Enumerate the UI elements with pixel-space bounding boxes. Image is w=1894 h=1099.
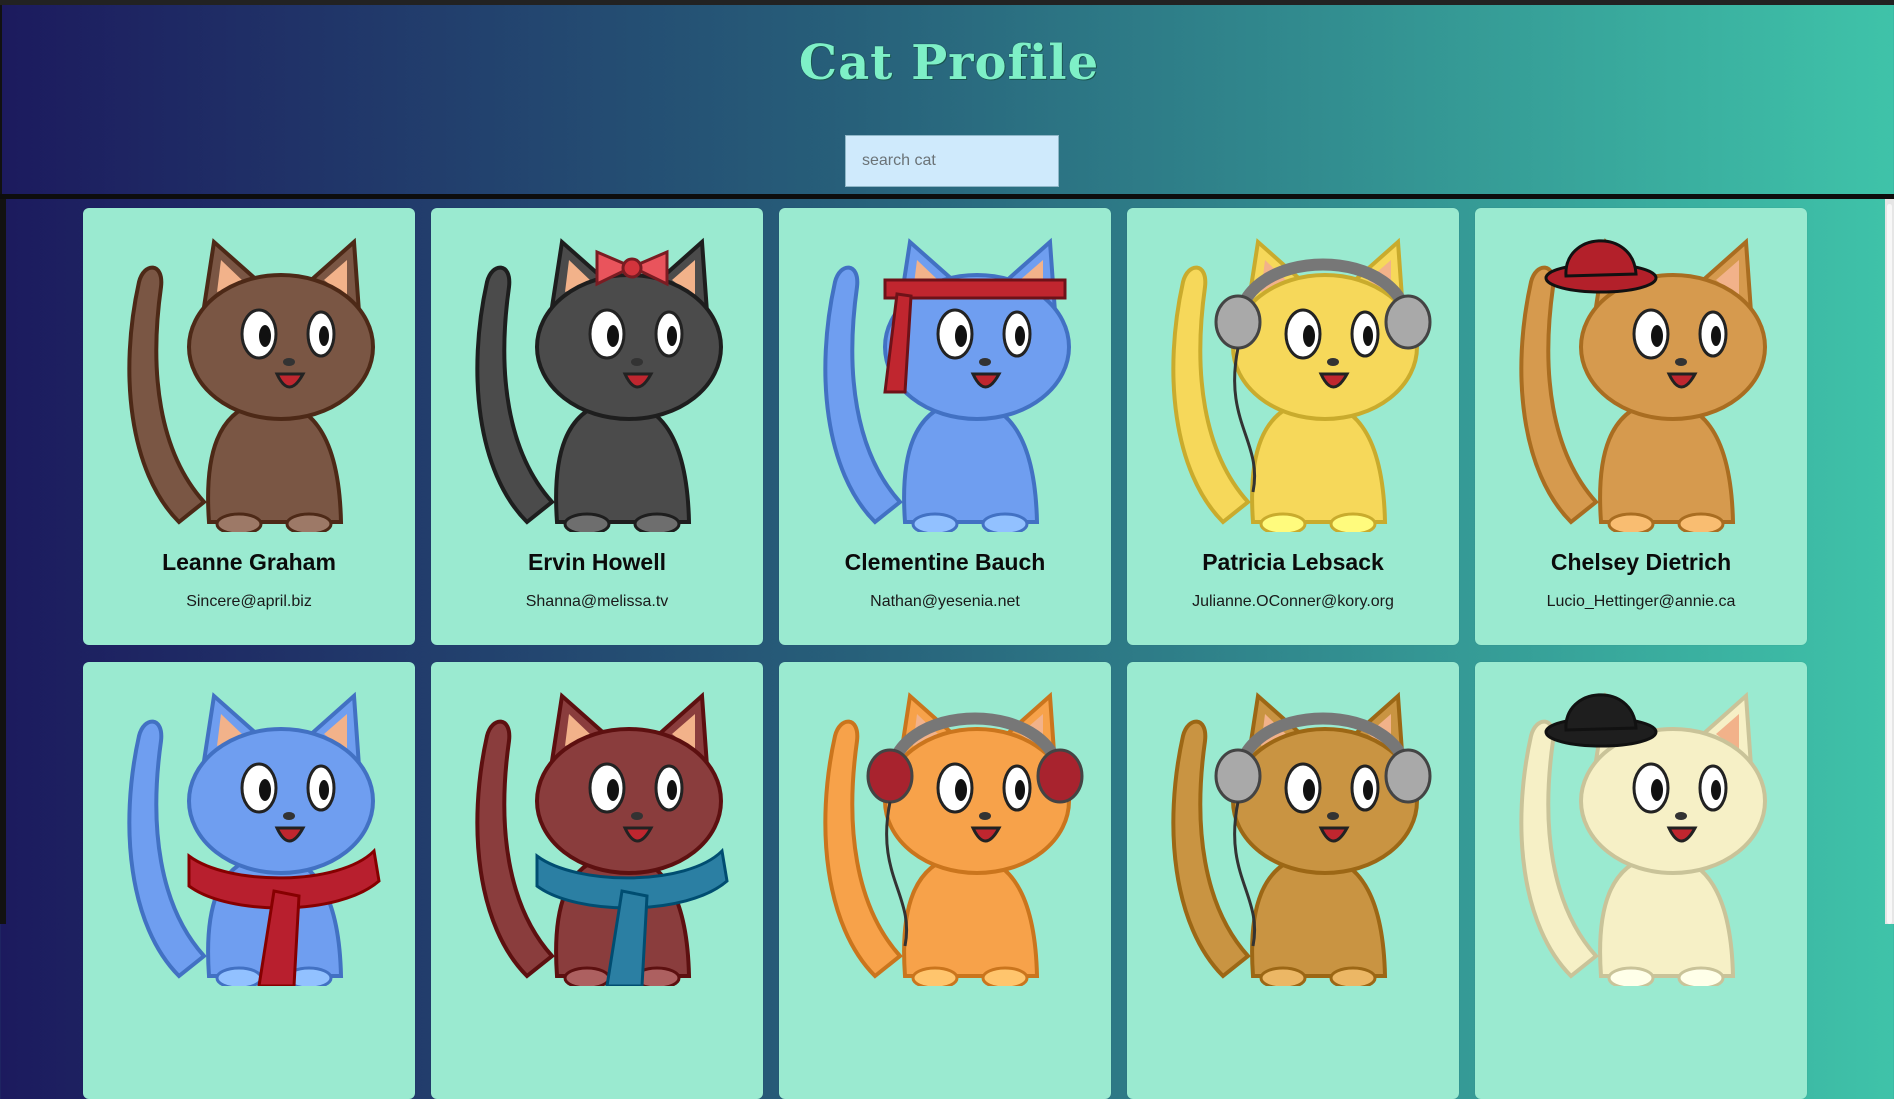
cat-email: Lucio_Hettinger@annie.ca [1546, 593, 1736, 610]
left-edge [0, 199, 6, 924]
gray-cat-with-bow-icon [475, 237, 723, 532]
golden-cat-with-headphones-icon [1171, 691, 1432, 986]
cat-email: Nathan@yesenia.net [870, 593, 1020, 610]
cat-name: Patricia Lebsack [1202, 549, 1384, 575]
cat-email: Shanna@melissa.tv [525, 593, 669, 610]
cat-card[interactable]: Ervin Howell Shanna@melissa.tv [431, 208, 763, 645]
cat-email: Sincere@april.biz [186, 593, 312, 610]
cat-card[interactable] [1127, 662, 1459, 1099]
cat-card[interactable]: Clementine Bauch Nathan@yesenia.net [779, 208, 1111, 645]
blue-cat-with-headband-icon [823, 237, 1071, 532]
scrollbar-thumb[interactable] [1887, 204, 1892, 924]
orange-cat-with-red-hat-icon [1519, 237, 1767, 532]
blue-cat-with-scarf-icon [127, 691, 381, 986]
brown-cat-icon [127, 237, 375, 532]
cat-card[interactable]: Leanne Graham Sincere@april.biz [83, 208, 415, 645]
orange-cat-with-headphones-icon [823, 691, 1084, 986]
maroon-cat-with-scarf-icon [475, 691, 729, 986]
cat-card[interactable] [83, 662, 415, 1099]
cat-card[interactable] [431, 662, 763, 1099]
cat-card[interactable] [1475, 662, 1807, 1099]
cat-name: Clementine Bauch [844, 549, 1046, 575]
cream-cat-with-top-hat-icon [1519, 691, 1767, 986]
yellow-cat-with-headphones-icon [1171, 237, 1432, 532]
search-input[interactable] [845, 135, 1059, 187]
cat-name: Leanne Graham [162, 549, 336, 575]
page-title: Cat Profile [798, 35, 1100, 91]
header-divider [0, 194, 1894, 199]
cat-card-grid: Leanne Graham Sincere@april.biz Ervin How… [83, 208, 1807, 1099]
cat-card[interactable]: Patricia Lebsack Julianne.OConner@kory.or… [1127, 208, 1459, 645]
cat-card[interactable] [779, 662, 1111, 1099]
cat-email: Julianne.OConner@kory.org [1192, 593, 1394, 610]
cat-name: Chelsey Dietrich [1550, 549, 1732, 575]
cat-card[interactable]: Chelsey Dietrich Lucio_Hettinger@annie.ca [1475, 208, 1807, 645]
cat-name: Ervin Howell [527, 549, 667, 575]
